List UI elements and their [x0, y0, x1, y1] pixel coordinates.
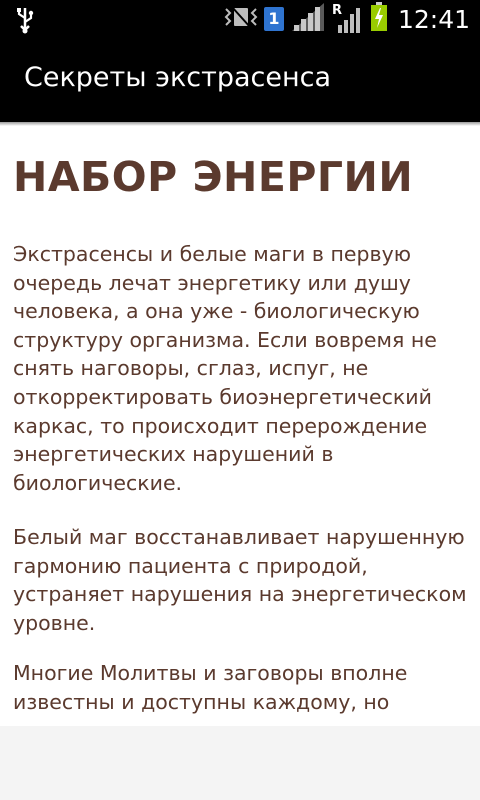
article-paragraph: Многие Молитвы и заговоры вполне известн…	[13, 661, 408, 714]
article-paragraph: Белый маг восстанавливает нарушенную гар…	[13, 525, 467, 635]
status-bar: 1 R 12:41	[0, 0, 480, 38]
sim-1-icon: 1	[263, 7, 284, 31]
battery-charging-icon	[370, 2, 388, 36]
signal-icon	[290, 1, 326, 37]
usb-icon	[14, 6, 36, 38]
vibrate-icon	[224, 5, 258, 33]
clock: 12:41	[397, 4, 470, 34]
roaming-signal-icon: R	[332, 3, 364, 35]
article-paragraph: Экстрасенсы и белые маги в первую очеред…	[13, 242, 437, 495]
article-scroll-view[interactable]: НАБОР ЭНЕРГИИ Экстрасенсы и белые маги в…	[0, 126, 480, 726]
status-icons: 1 R 12:41	[224, 0, 470, 38]
article-heading: НАБОР ЭНЕРГИИ	[13, 153, 414, 201]
action-bar: Секреты экстрасенса	[0, 38, 480, 122]
app-title: Секреты экстрасенса	[24, 62, 332, 93]
bottom-panel	[0, 726, 480, 800]
